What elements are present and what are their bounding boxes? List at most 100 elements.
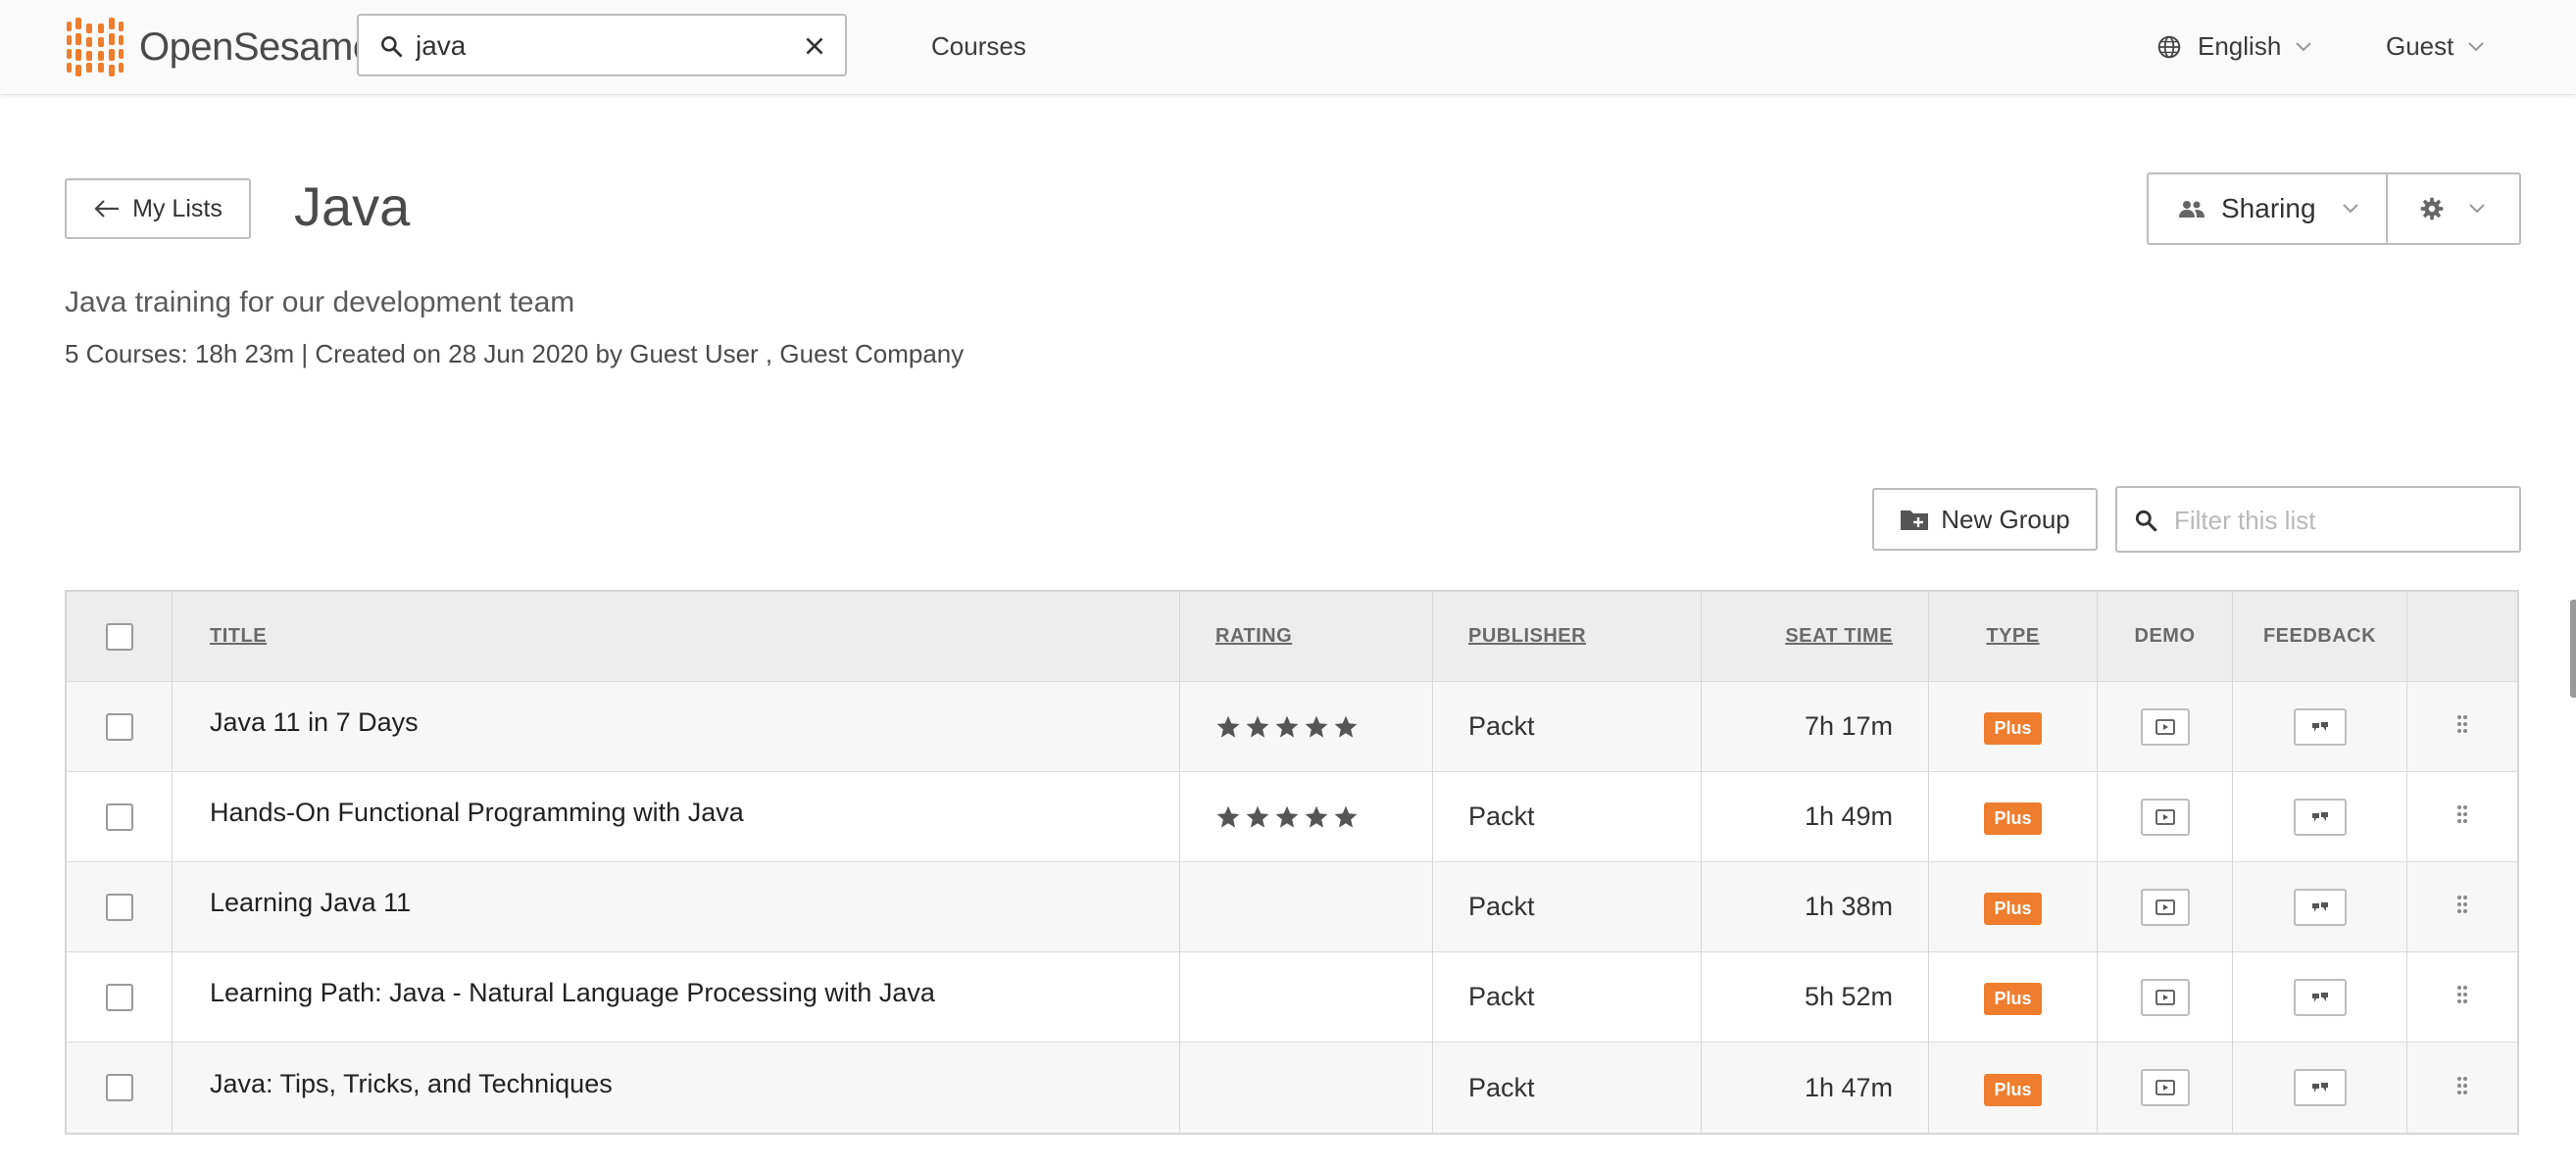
chevron-down-icon [2469, 204, 2485, 214]
filter-list-box [2115, 486, 2521, 553]
demo-button[interactable] [2140, 707, 2190, 746]
play-screen-icon [2155, 718, 2175, 735]
star-icon [1334, 715, 1358, 738]
list-settings-button[interactable] [2386, 172, 2521, 245]
language-label: English [2198, 31, 2282, 61]
row-select-checkbox[interactable] [105, 802, 133, 831]
demo-button[interactable] [2140, 1069, 2190, 1106]
new-group-label: New Group [1941, 504, 2070, 534]
demo-button[interactable] [2140, 978, 2190, 1016]
feedback-button[interactable] [2293, 798, 2347, 836]
scrollbar-handle[interactable] [2570, 600, 2576, 698]
people-icon [2179, 201, 2204, 218]
seat-time-value: 5h 52m [1804, 982, 1893, 1011]
row-select-checkbox[interactable] [105, 1074, 133, 1101]
seat-time-value: 7h 17m [1804, 711, 1893, 741]
column-header-rating[interactable]: RATING [1215, 625, 1292, 648]
play-screen-icon [2155, 808, 2175, 825]
gear-icon [2420, 197, 2444, 220]
type-badge: Plus [1984, 712, 2042, 745]
arrow-left-icon [94, 200, 120, 218]
list-meta-info: 5 Courses: 18h 23m | Created on 28 Jun 2… [65, 339, 965, 368]
star-icon [1275, 805, 1299, 828]
feedback-button[interactable] [2293, 888, 2347, 926]
globe-icon [2157, 35, 2181, 58]
search-icon [381, 36, 403, 58]
table-header-row: TITLE RATING PUBLISHER SEAT TIME TYPE DE… [67, 592, 2517, 682]
select-all-checkbox[interactable] [105, 622, 133, 651]
quote-feedback-icon [2311, 721, 2328, 732]
course-title-link[interactable]: Learning Java 11 [210, 888, 411, 918]
type-badge: Plus [1984, 983, 2042, 1015]
language-selector[interactable]: English [2156, 31, 2312, 62]
drag-handle-icon[interactable] [2455, 1075, 2469, 1101]
course-title-link[interactable]: Java 11 in 7 Days [210, 707, 419, 738]
column-header-feedback: FEEDBACK [2262, 625, 2377, 647]
type-badge: Plus [1984, 802, 2042, 835]
publisher-name: Packt [1468, 982, 1535, 1011]
demo-button[interactable] [2140, 888, 2190, 926]
type-badge: Plus [1984, 893, 2042, 925]
table-row: Java: Tips, Tricks, and Techniques Packt… [67, 1043, 2517, 1133]
table-row: Learning Java 11 Packt 1h 38m Plus [67, 862, 2517, 952]
star-rating [1215, 804, 1359, 830]
table-body: Java 11 in 7 Days Packt 7h 17m Plus Hand… [67, 682, 2517, 1133]
play-screen-icon [2155, 1080, 2175, 1095]
logo-text: OpenSesame [139, 24, 374, 69]
table-row: Java 11 in 7 Days Packt 7h 17m Plus [67, 682, 2517, 772]
row-select-checkbox[interactable] [105, 712, 133, 741]
logo-mark-icon [67, 18, 124, 76]
course-title-link[interactable]: Java: Tips, Tricks, and Techniques [210, 1069, 613, 1099]
column-header-seat-time[interactable]: SEAT TIME [1785, 625, 1893, 648]
feedback-button[interactable] [2293, 1069, 2347, 1106]
star-icon [1305, 715, 1328, 738]
chevron-down-icon [2296, 41, 2311, 51]
global-search-input[interactable] [414, 25, 770, 67]
play-screen-icon [2155, 989, 2175, 1005]
play-screen-icon [2155, 899, 2175, 915]
sharing-button[interactable]: Sharing [2147, 172, 2388, 245]
column-header-publisher[interactable]: PUBLISHER [1468, 625, 1586, 648]
star-icon [1216, 805, 1240, 828]
publisher-name: Packt [1468, 1072, 1535, 1102]
drag-handle-icon[interactable] [2455, 713, 2469, 740]
row-select-checkbox[interactable] [105, 983, 133, 1011]
new-group-button[interactable]: New Group [1872, 488, 2098, 551]
quote-feedback-icon [2311, 1083, 2328, 1093]
chevron-down-icon [2342, 204, 2358, 214]
drag-handle-icon[interactable] [2455, 894, 2469, 920]
back-to-my-lists-button[interactable]: My Lists [65, 178, 251, 239]
star-rating [1215, 714, 1359, 740]
star-icon [1275, 715, 1299, 738]
filter-list-input[interactable] [2172, 502, 2509, 539]
back-button-label: My Lists [132, 194, 223, 222]
drag-handle-icon[interactable] [2455, 984, 2469, 1010]
star-icon [1305, 805, 1328, 828]
publisher-name: Packt [1468, 892, 1535, 921]
feedback-button[interactable] [2293, 978, 2347, 1016]
row-select-checkbox[interactable] [105, 893, 133, 921]
drag-handle-icon[interactable] [2455, 803, 2469, 830]
user-menu[interactable]: Guest [2386, 31, 2485, 62]
search-icon [2135, 510, 2157, 532]
opensesame-logo[interactable]: OpenSesame [63, 16, 374, 78]
course-title-link[interactable]: Learning Path: Java - Natural Language P… [210, 978, 935, 1008]
table-row: Learning Path: Java - Natural Language P… [67, 952, 2517, 1043]
quote-feedback-icon [2311, 992, 2328, 1002]
seat-time-value: 1h 47m [1804, 1072, 1893, 1102]
clear-search-icon[interactable] [802, 33, 827, 59]
column-header-type[interactable]: TYPE [1986, 625, 2039, 648]
feedback-button[interactable] [2293, 707, 2347, 746]
seat-time-value: 1h 38m [1804, 892, 1893, 921]
demo-button[interactable] [2140, 798, 2190, 836]
table-row: Hands-On Functional Programming with Jav… [67, 772, 2517, 862]
nav-courses-link[interactable]: Courses [931, 31, 1026, 62]
column-header-title[interactable]: TITLE [210, 625, 267, 648]
global-search-box [357, 14, 847, 76]
course-title-link[interactable]: Hands-On Functional Programming with Jav… [210, 798, 744, 828]
publisher-name: Packt [1468, 711, 1535, 741]
courses-table: TITLE RATING PUBLISHER SEAT TIME TYPE DE… [65, 590, 2519, 1135]
publisher-name: Packt [1468, 802, 1535, 831]
star-icon [1246, 805, 1269, 828]
chevron-down-icon [2468, 41, 2485, 51]
